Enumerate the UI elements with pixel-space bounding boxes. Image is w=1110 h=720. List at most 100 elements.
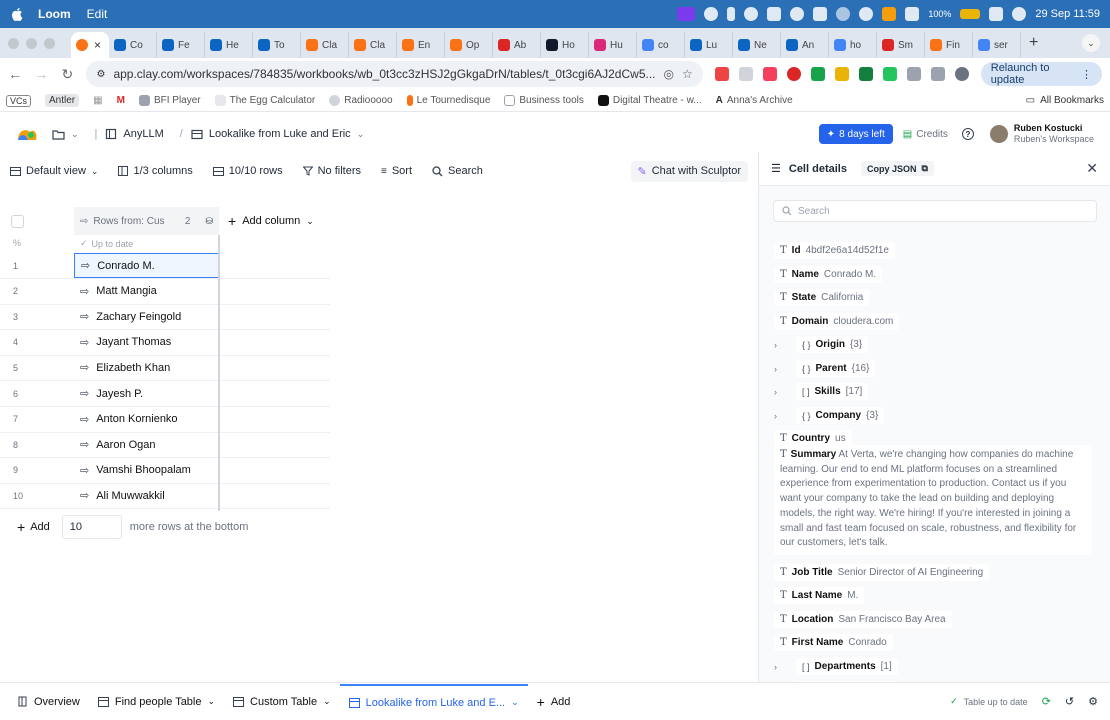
apple-icon[interactable] (10, 7, 24, 21)
send-icon[interactable] (767, 7, 782, 21)
menu-edit[interactable]: Edit (87, 7, 108, 21)
moon-icon[interactable] (859, 7, 874, 21)
more-vertical-icon[interactable]: ⋮ (1081, 68, 1092, 81)
camera-icon[interactable] (738, 67, 753, 81)
app-name[interactable]: Loom (38, 7, 71, 21)
cell-name[interactable]: ⇨ Elizabeth Khan (74, 355, 219, 381)
copy-json-button[interactable]: Copy JSON ⧉ (860, 161, 934, 176)
field-row[interactable]: › { } Origin {3} (774, 336, 869, 353)
field-row[interactable]: T Id 4bdf2e6a14d52f1e (774, 242, 895, 259)
bookmark-business-tools[interactable]: Business tools (504, 95, 584, 106)
tab-search-chevron-icon[interactable]: ⌄ (1082, 34, 1100, 52)
help-icon[interactable]: ? (961, 128, 974, 140)
url-field[interactable]: ⚙ app.clay.com/workspaces/784835/workboo… (86, 61, 703, 87)
browser-tab[interactable]: ho (829, 32, 877, 58)
extension-refresh-icon[interactable] (882, 67, 897, 81)
clipboard-icon[interactable] (813, 7, 828, 21)
trial-badge[interactable]: ✦ 8 days left (818, 124, 893, 144)
browser-tab[interactable]: Fe (157, 32, 205, 58)
browser-tab[interactable]: Sm (877, 32, 925, 58)
control-center-icon[interactable] (989, 7, 1004, 21)
add-rows-button[interactable]: + Add (17, 519, 50, 535)
browser-tab[interactable]: Op (445, 32, 493, 58)
browser-tab[interactable]: Ho (541, 32, 589, 58)
window-controls[interactable] (8, 37, 55, 49)
sidebar-icon[interactable] (930, 67, 945, 81)
add-tab-button[interactable]: + Add (528, 684, 580, 720)
panel-search-input[interactable]: Search (773, 200, 1097, 222)
bookmark-bfi[interactable]: BFI Player (138, 95, 201, 106)
loom-record-icon[interactable] (677, 7, 696, 21)
chevron-right-icon[interactable]: › (774, 387, 784, 397)
puzzle-icon[interactable] (906, 67, 921, 81)
extension-check-icon[interactable] (858, 67, 873, 81)
table-row[interactable]: 5 ⇨ Elizabeth Khan (0, 355, 330, 382)
forward-icon[interactable]: → (34, 66, 48, 82)
all-bookmarks[interactable]: ▭ All Bookmarks (1026, 95, 1104, 106)
chevron-right-icon[interactable]: › (774, 411, 784, 421)
bookmark-annas-archive[interactable]: A Anna's Archive (716, 95, 793, 106)
bookmark-vcs[interactable]: VCs (6, 94, 32, 107)
relaunch-button[interactable]: Relaunch to update ⋮ (980, 62, 1102, 86)
tab-custom-table[interactable]: Custom Table ⌄ (224, 684, 340, 720)
pencil-icon[interactable] (834, 67, 849, 81)
browser-tab[interactable]: Ab (493, 32, 541, 58)
field-row[interactable]: T State California (774, 289, 870, 306)
field-row[interactable]: T Last Name M. (774, 587, 865, 604)
site-settings-icon[interactable]: ⚙ (96, 69, 105, 80)
tab-find-people[interactable]: Find people Table ⌄ (89, 684, 224, 720)
field-row[interactable]: T First Name Conrado (774, 634, 893, 651)
bookmark-star-icon[interactable]: ☆ (682, 67, 693, 81)
table-row[interactable]: 10 ⇨ Ali Muwwakkil (0, 483, 330, 510)
refresh-icon[interactable]: ⟳ (1042, 695, 1051, 708)
table-row[interactable]: 6 ⇨ Jayesh P. (0, 381, 330, 407)
field-row[interactable]: › { } Company {3} (774, 407, 885, 424)
wallet-icon[interactable] (905, 7, 920, 21)
user-switch-icon[interactable] (1012, 7, 1027, 21)
bookmark-antler[interactable]: Antler (45, 94, 80, 107)
close-tab-icon[interactable]: × (94, 38, 101, 52)
table-row[interactable]: 8 ⇨ Aaron Ogan (0, 432, 330, 459)
browser-tab[interactable]: co (637, 32, 685, 58)
cell-name[interactable]: ⇨ Vamshi Bhoopalam (74, 457, 219, 483)
cell-name[interactable]: ⇨ Zachary Feingold (74, 304, 219, 330)
cell-name[interactable]: ⇨ Aaron Ogan (74, 432, 219, 458)
field-row[interactable]: T Job Title Senior Director of AI Engineer… (774, 564, 990, 581)
bookmark-egg[interactable]: The Egg Calculator (214, 95, 315, 106)
table-row[interactable]: 4 ⇨ Jayant Thomas (0, 329, 330, 356)
browser-tab[interactable]: Fin (925, 32, 973, 58)
chevron-right-icon[interactable]: › (774, 662, 784, 672)
column-divider[interactable] (218, 235, 220, 511)
cell-name[interactable]: ⇨ Conrado M. (74, 253, 219, 278)
browser-tab[interactable]: ser (973, 32, 1021, 58)
table-row[interactable]: 1 ⇨ Conrado M. (0, 253, 330, 279)
tab-active-clay[interactable]: × (71, 32, 109, 58)
chevron-down-icon[interactable]: ⌄ (511, 697, 519, 708)
sort-button[interactable]: ≡ Sort (381, 165, 412, 177)
browser-tab[interactable]: He (205, 32, 253, 58)
bookmark-digital-theatre[interactable]: Digital Theatre - w... (597, 95, 702, 106)
new-tab-plus-icon[interactable]: + (1029, 34, 1038, 52)
eye-off-icon[interactable]: ◎ (664, 67, 674, 81)
table-row[interactable]: 3 ⇨ Zachary Feingold (0, 304, 330, 331)
browser-tab[interactable]: En (397, 32, 445, 58)
chat-sculptor-button[interactable]: ✎ Chat with Sculptor (630, 160, 748, 182)
field-summary[interactable]: T Summary At Verta, we're changing how co… (774, 445, 1092, 555)
gmail-icon[interactable]: M (117, 95, 125, 106)
chevron-down-icon[interactable]: ⌄ (323, 696, 331, 707)
url-text[interactable]: app.clay.com/workspaces/784835/workbooks… (113, 67, 655, 81)
table-row[interactable]: 9 ⇨ Vamshi Bhoopalam (0, 457, 330, 484)
browser-tab[interactable]: Ne (733, 32, 781, 58)
clay-logo-icon[interactable] (16, 126, 38, 142)
add-column-button[interactable]: + Add column ⌄ (228, 207, 314, 235)
tab-lookalike[interactable]: Lookalike from Luke and E... ⌄ (339, 683, 528, 720)
reload-icon[interactable]: ↻ (60, 66, 74, 83)
chevron-down-icon[interactable]: ⌄ (208, 696, 216, 707)
settings-gear-icon[interactable]: ⚙ (1088, 695, 1098, 708)
history-icon[interactable]: ↺ (1065, 695, 1074, 708)
search-button[interactable]: Search (432, 165, 483, 177)
filter-button[interactable]: No filters (302, 165, 361, 177)
cell-name[interactable]: ⇨ Anton Kornienko (74, 406, 219, 432)
field-row[interactable]: T Location San Francisco Bay Area (774, 611, 952, 628)
bookmark-tournedisque[interactable]: Le Tournedisque (406, 95, 490, 106)
